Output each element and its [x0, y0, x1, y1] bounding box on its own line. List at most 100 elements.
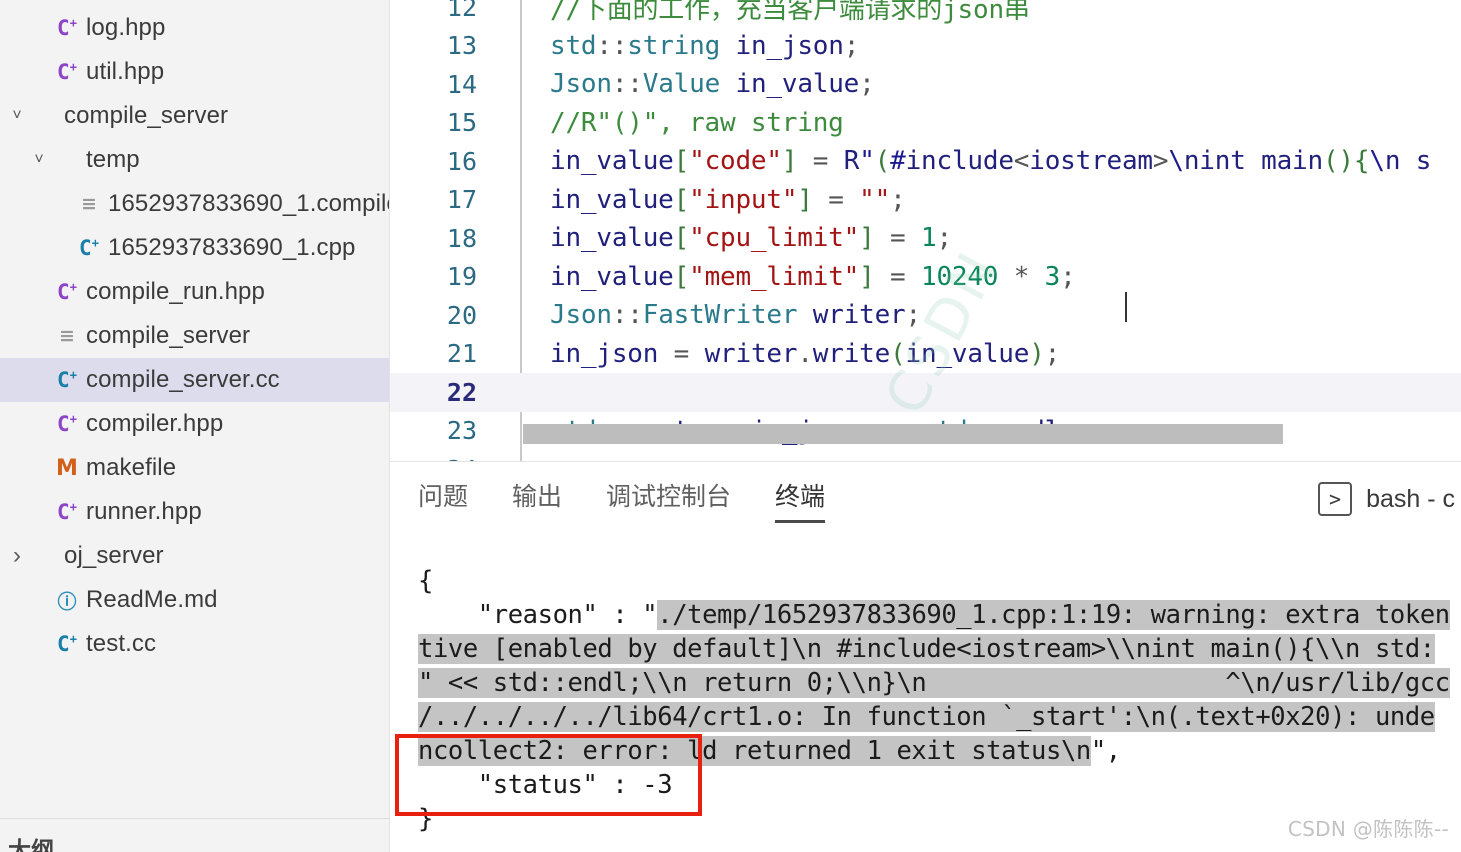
code-editor[interactable]: 12 //下面的工作，充当客户端请求的json串 13 std::string in_…	[390, 0, 1461, 462]
terminal-text: "reason" : "	[418, 600, 658, 630]
bottom-panel: 问题 输出 调试控制台 终端 > bash - c { "reason" : "./t…	[390, 462, 1461, 852]
code-line[interactable]: 15 //R"()", raw string	[390, 104, 1461, 143]
terminal-line: /../../../../lib64/crt1.o: In function `…	[418, 700, 1461, 734]
terminal-line: "status" : -3	[418, 768, 1461, 802]
code-line[interactable]: 12 //下面的工作，充当客户端请求的json串	[390, 0, 1461, 27]
code-line[interactable]: 14 Json::Value in_value;	[390, 65, 1461, 104]
line-number: 15	[446, 108, 477, 138]
code-text: //下面的工作，充当客户端请求的json串	[550, 0, 1030, 25]
line-number: 14	[446, 69, 477, 99]
chevron-right-icon[interactable]: ›	[4, 544, 30, 568]
code-line[interactable]: 13 std::string in_json;	[390, 27, 1461, 66]
code-text: in_json = writer.write(in_value);	[550, 338, 1061, 369]
file-tree-item[interactable]: Mmakefile	[0, 446, 389, 490]
file-tree-item[interactable]: C+ log.hpp	[0, 6, 389, 50]
line-number: 13	[446, 31, 477, 61]
file-tree-item[interactable]: ˅ temp	[0, 138, 389, 182]
line-number: 18	[446, 223, 477, 253]
terminal-line: tive [enabled by default]\n #include<ios…	[418, 632, 1461, 666]
panel-tab[interactable]: 问题	[418, 477, 468, 521]
cpp-header-icon: C+	[57, 412, 77, 436]
line-number: 12	[446, 0, 477, 22]
text-file-icon: ≡	[59, 324, 75, 347]
terminal-selected-text: /../../../../lib64/crt1.o: In function `…	[418, 702, 1435, 732]
editor-and-panel: 12 //下面的工作，充当客户端请求的json串 13 std::string in_…	[390, 0, 1461, 852]
chevron-down-icon[interactable]: ˅	[26, 152, 52, 168]
file-name-label: compile_server.cc	[86, 366, 280, 393]
vscode-window: C+ log.hpp C+ util.hpp ˅ compile_server ˅ temp ≡…	[0, 0, 1461, 852]
line-number: 20	[446, 300, 477, 330]
text-caret	[1125, 292, 1127, 322]
code-text: Json::Value in_value;	[550, 69, 875, 100]
outline-label: 大纲	[8, 838, 54, 852]
cpp-source-icon: C+	[57, 632, 77, 656]
terminal-line: "reason" : "./temp/1652937833690_1.cpp:1…	[418, 598, 1461, 632]
terminal-output[interactable]: { "reason" : "./temp/1652937833690_1.cpp…	[390, 536, 1461, 836]
code-text: in_value["code"] = R"(#include<iostream>…	[550, 146, 1432, 177]
line-number: 19	[446, 262, 477, 292]
file-tree-item[interactable]: C+ runner.hpp	[0, 490, 389, 534]
file-tree-item[interactable]: ˅ compile_server	[0, 94, 389, 138]
file-name-label: runner.hpp	[86, 498, 202, 525]
file-tree-item[interactable]: C+ 1652937833690_1.cpp	[0, 226, 389, 270]
terminal-text: {	[418, 566, 433, 596]
file-tree-item[interactable]: ⓘ ReadMe.md	[0, 578, 389, 622]
panel-tab[interactable]: 调试控制台	[606, 477, 731, 521]
terminal-line: {	[418, 564, 1461, 598]
file-name-label: compile_server	[64, 102, 229, 129]
terminal-launch-icon[interactable]: >	[1318, 482, 1353, 516]
file-tree-item[interactable]: ≡ compile_server	[0, 314, 389, 358]
file-name-label: 1652937833690_1.compile_...	[108, 190, 389, 217]
file-tree-item[interactable]: C+ compile_server.cc	[0, 358, 389, 402]
cpp-source-icon: C+	[79, 236, 99, 260]
file-tree[interactable]: C+ log.hpp C+ util.hpp ˅ compile_server ˅ temp ≡…	[0, 0, 389, 666]
terminal-selected-text: ./temp/1652937833690_1.cpp:1:19: warning…	[657, 600, 1450, 630]
cpp-header-icon: C+	[57, 60, 77, 84]
file-name-label: util.hpp	[86, 58, 165, 85]
file-tree-item[interactable]: ≡ 1652937833690_1.compile_...	[0, 182, 389, 226]
file-name-label: log.hpp	[86, 14, 166, 41]
code-line[interactable]: 18 in_value["cpu_limit"] = 1;	[390, 219, 1461, 258]
terminal-text: }	[418, 804, 433, 834]
panel-tabs[interactable]: 问题 输出 调试控制台 终端	[418, 477, 869, 523]
file-tree-item[interactable]: C+ util.hpp	[0, 50, 389, 94]
text-file-icon: ≡	[81, 192, 97, 215]
file-tree-item[interactable]: › oj_server	[0, 534, 389, 578]
code-line[interactable]: 19 in_value["mem_limit"] = 10240 * 3;	[390, 258, 1461, 297]
file-name-label: ReadMe.md	[86, 586, 218, 613]
explorer-sidebar: C+ log.hpp C+ util.hpp ˅ compile_server ˅ temp ≡…	[0, 0, 390, 852]
code-text: in_value["input"] = "";	[550, 184, 906, 215]
terminal-text: "status" : -3	[418, 770, 673, 800]
panel-tab[interactable]: 终端	[775, 477, 826, 523]
file-name-label: compile_server	[86, 322, 251, 349]
outline-section-header[interactable]: 大纲	[0, 818, 389, 852]
line-number: 23	[446, 416, 477, 446]
terminal-selected-text: " << std::endl;\\n return 0;\\n}\n ^\n/u…	[418, 668, 1450, 698]
file-tree-item[interactable]: C+ compile_run.hpp	[0, 270, 389, 314]
chevron-down-icon[interactable]: ˅	[4, 108, 30, 124]
panel-actions: > bash - c	[1318, 482, 1455, 516]
panel-tab[interactable]: 输出	[512, 477, 562, 521]
line-number: 22	[446, 377, 477, 407]
file-name-label: temp	[86, 146, 140, 173]
code-line[interactable]: 17 in_value["input"] = "";	[390, 181, 1461, 220]
terminal-shell-label[interactable]: bash - c	[1366, 485, 1455, 514]
code-lines[interactable]: 12 //下面的工作，充当客户端请求的json串 13 std::string in_…	[390, 0, 1461, 462]
makefile-icon: M	[56, 455, 78, 481]
panel-tab-bar: 问题 输出 调试控制台 终端 > bash - c	[390, 462, 1461, 536]
cpp-source-icon: C+	[57, 368, 77, 392]
code-line[interactable]: 21 in_json = writer.write(in_value);	[390, 335, 1461, 374]
terminal-text: ",	[1090, 736, 1121, 766]
code-line[interactable]: 22	[390, 373, 1461, 412]
code-line[interactable]: 16 in_value["code"] = R"(#include<iostrea…	[390, 142, 1461, 181]
file-tree-item[interactable]: C+ test.cc	[0, 622, 389, 666]
file-tree-item[interactable]: C+ compiler.hpp	[0, 402, 389, 446]
line-number: 17	[446, 185, 477, 215]
watermark-csdn: CSDN @陈陈陈--	[1287, 817, 1449, 841]
code-line[interactable]: 20 Json::FastWriter writer;	[390, 296, 1461, 335]
line-number: 16	[446, 146, 477, 176]
terminal-line: " << std::endl;\\n return 0;\\n}\n ^\n/u…	[418, 666, 1461, 700]
editor-horizontal-scrollbar[interactable]	[523, 424, 1283, 444]
file-name-label: compile_run.hpp	[86, 278, 265, 305]
file-name-label: 1652937833690_1.cpp	[108, 234, 356, 261]
